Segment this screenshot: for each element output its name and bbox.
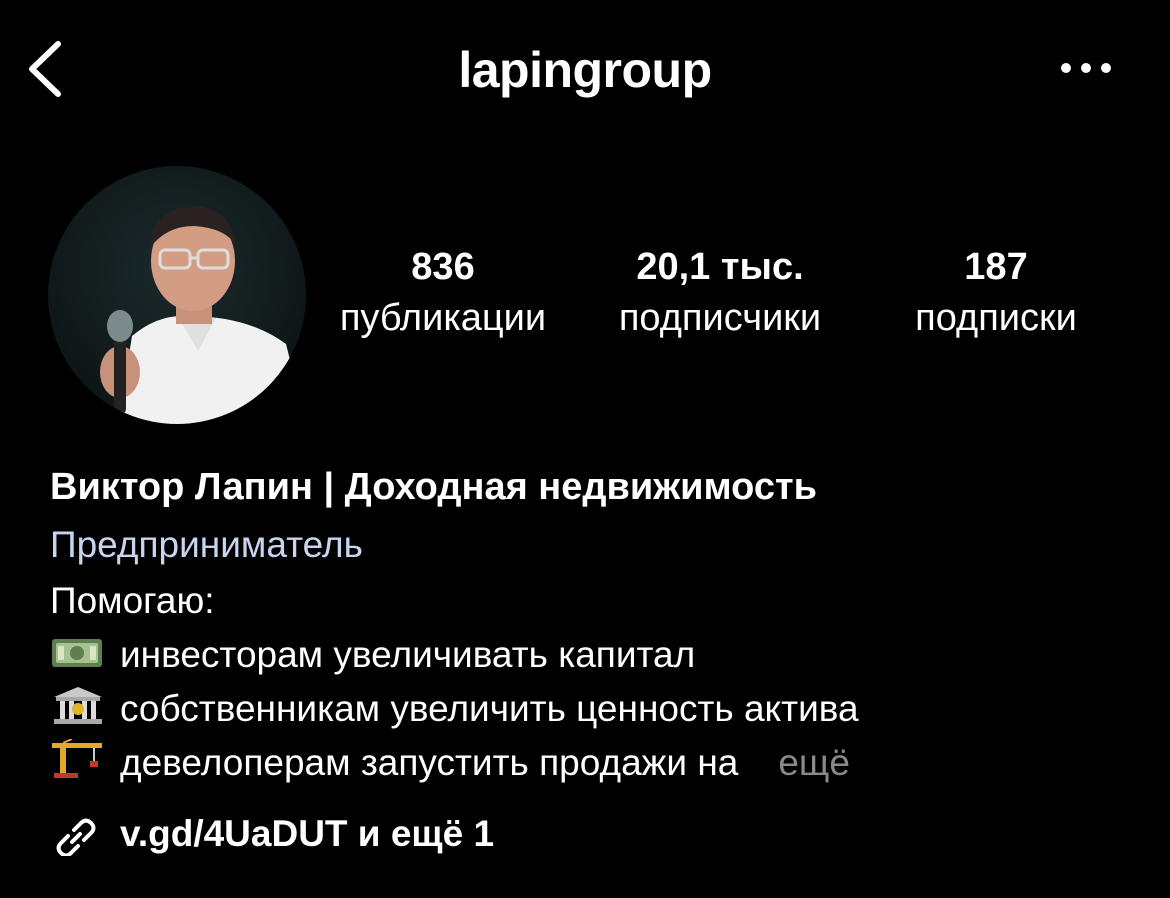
link-icon [56,818,96,856]
followers-count[interactable]: 20,1 тыс. подписчики [592,244,848,346]
bio-list-item: собственникам увеличить ценность актива [50,682,1130,736]
profile-links[interactable]: v.gd/4UaDUT и ещё 1 [50,806,494,862]
bio-list-item: инвесторам увеличивать капитал [50,628,1130,682]
profile-display-name: Виктор Лапин | Доходная недвижимость [50,466,817,508]
bank-building-icon [50,685,106,724]
bio-list-text: девелоперам запустить продажи на [120,742,739,783]
posts-count-value: 836 [411,246,475,288]
posts-count[interactable]: 836 публикации [318,244,568,346]
bio-list-text: инвесторам увеличивать капитал [120,634,696,675]
profile-avatar[interactable] [48,166,306,424]
money-bill-icon [50,632,106,668]
top-bar: lapingroup [0,0,1170,140]
profile-category: Предприниматель [50,524,363,565]
posts-count-label: публикации [339,297,547,339]
more-horizontal-icon [1061,63,1111,73]
profile-link-text: v.gd/4UaDUT и ещё 1 [120,813,495,854]
following-count-value: 187 [964,246,1028,288]
profile-username[interactable]: lapingroup [0,40,1170,100]
bio-more-link[interactable]: ещё [778,742,850,783]
following-count-label: подписки [915,297,1077,339]
profile-photo [48,166,306,424]
profile-bio: Виктор Лапин | Доходная недвижимость Пре… [50,458,1130,790]
followers-count-label: подписчики [618,297,822,339]
following-count[interactable]: 187 подписки [886,244,1106,346]
bio-intro: Помогаю: [50,580,215,621]
bio-list-text: собственникам увеличить ценность актива [120,688,859,729]
bio-list-item: девелоперам запустить продажи на ещё [50,736,1130,790]
construction-crane-icon [50,738,106,778]
followers-count-value: 20,1 тыс. [636,246,804,288]
more-options-button[interactable] [1056,52,1116,84]
